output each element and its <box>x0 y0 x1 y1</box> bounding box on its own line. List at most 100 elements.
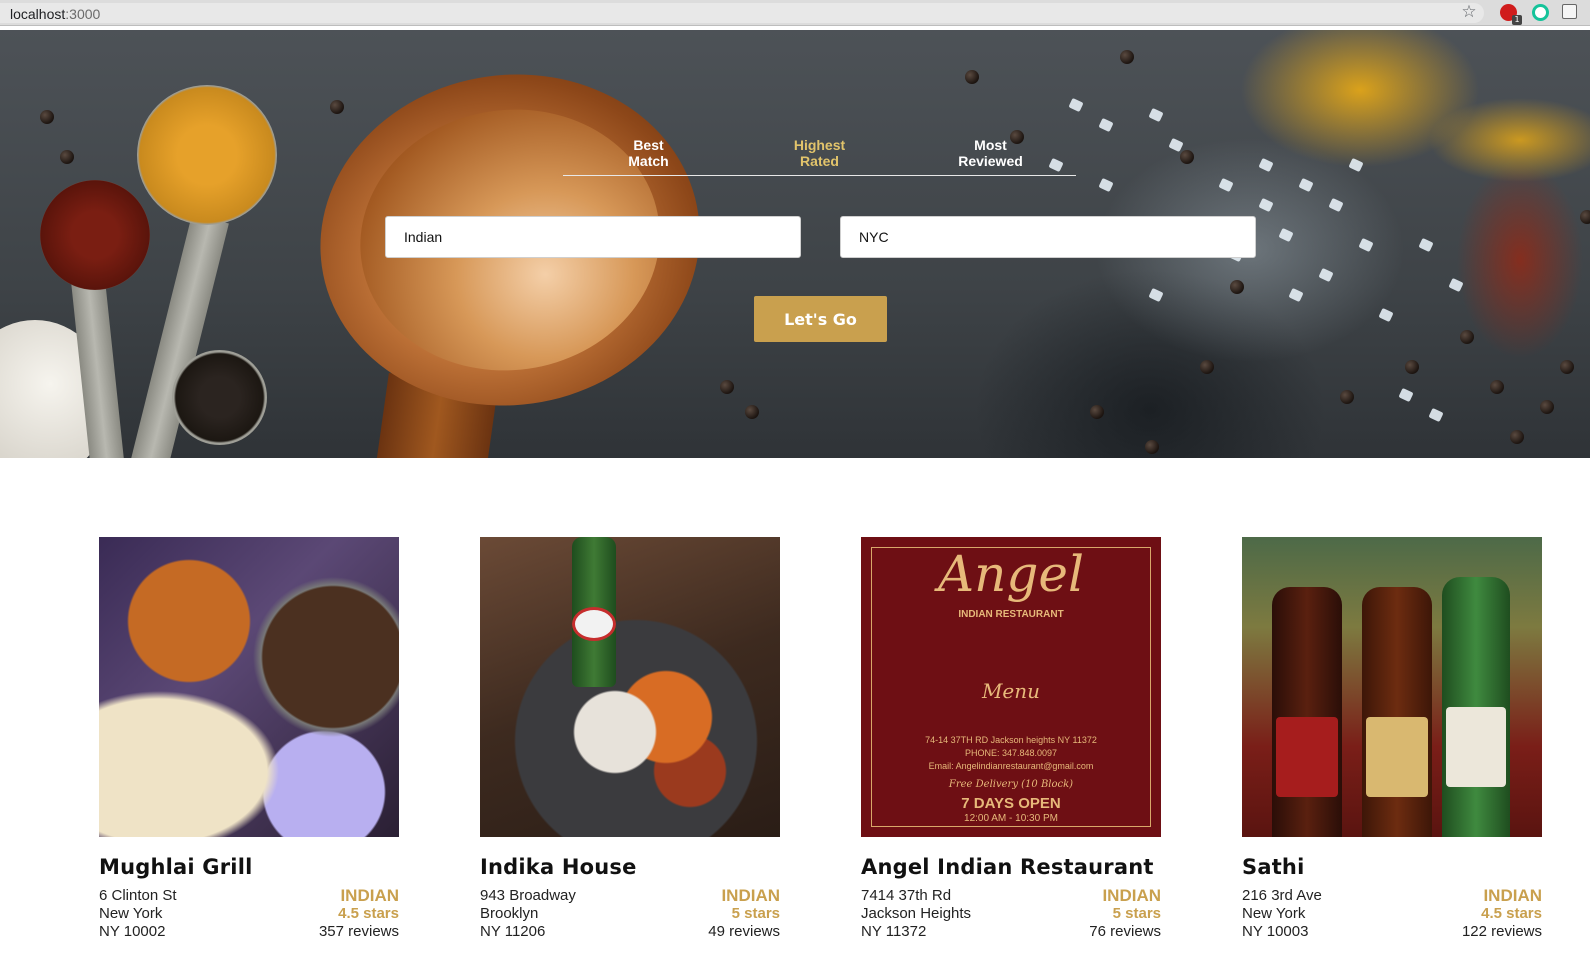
beer-bottle <box>572 537 616 687</box>
business-info: 7414 37th Rd Jackson Heights NY 11372 IN… <box>861 887 1161 941</box>
menu-open-days: 7 DAYS OPEN <box>961 795 1061 812</box>
city-line: Brooklyn <box>480 905 539 922</box>
tab-most-reviewed[interactable]: Most Reviewed <box>905 137 1076 175</box>
peppercorn <box>1405 360 1419 374</box>
review-count: 76 reviews <box>1089 923 1161 940</box>
address-bar[interactable]: localhost:3000 <box>0 3 1484 23</box>
peppercorn <box>745 405 759 419</box>
beer-bottle <box>1272 587 1342 837</box>
peppercorn <box>1540 400 1554 414</box>
bottle-label <box>1366 717 1428 797</box>
business-category: INDIAN <box>721 886 780 905</box>
salt-crystal <box>1358 237 1374 253</box>
salt-crystal <box>1428 407 1444 423</box>
city-line: New York <box>1242 905 1306 922</box>
address-line: 7414 37th Rd <box>861 887 952 904</box>
beer-bottle <box>1442 577 1510 837</box>
menu-phone: PHONE: 347.848.0097 <box>964 748 1058 758</box>
menu-subtitle: INDIAN RESTAURANT <box>958 609 1064 620</box>
location-input[interactable] <box>840 216 1256 258</box>
salt-crystal <box>1098 177 1114 193</box>
salt-crystal <box>1378 307 1394 323</box>
bottle-label <box>1276 717 1338 797</box>
business-name: Mughlai Grill <box>99 855 253 879</box>
business-rating: 4.5 stars <box>1481 905 1542 922</box>
business-info: 6 Clinton St New York NY 10002 INDIAN 4.… <box>99 887 399 941</box>
business-category: INDIAN <box>340 886 399 905</box>
city-line: Jackson Heights <box>861 905 972 922</box>
salt-crystal <box>1168 137 1184 153</box>
business-info: 216 3rd Ave New York NY 10003 INDIAN 4.5… <box>1242 887 1542 941</box>
business-name: Angel Indian Restaurant <box>861 855 1154 879</box>
business-card[interactable]: Mughlai Grill 6 Clinton St New York NY 1… <box>99 537 399 941</box>
address-line: 6 Clinton St <box>99 887 177 904</box>
state-zip-line: NY 11206 <box>480 923 546 940</box>
business-image <box>1242 537 1542 837</box>
search-term-input[interactable] <box>385 216 801 258</box>
business-name: Sathi <box>1242 855 1305 879</box>
extension-puzzle-icon[interactable] <box>1562 4 1577 19</box>
tab-highest-rated[interactable]: Highest Rated <box>734 137 905 175</box>
measuring-spoon <box>137 85 277 225</box>
salt-crystal <box>1288 287 1304 303</box>
salt-crystal <box>1218 177 1234 193</box>
salt-crystal <box>1148 107 1164 123</box>
menu-logo-text: Angel <box>938 545 1084 603</box>
business-category: INDIAN <box>1483 886 1542 905</box>
business-address: 7414 37th Rd Jackson Heights NY 11372 <box>861 887 971 941</box>
business-card[interactable]: Sathi 216 3rd Ave New York NY 10003 INDI… <box>1242 537 1542 941</box>
lets-go-button[interactable]: Let's Go <box>754 296 887 342</box>
tab-label: Highest <box>793 137 846 153</box>
salt-crystal <box>1258 197 1274 213</box>
peppercorn <box>60 150 74 164</box>
review-count: 122 reviews <box>1461 923 1542 940</box>
bookmark-star-icon[interactable]: ☆ <box>1460 3 1478 21</box>
business-card[interactable]: Indika House 943 Broadway Brooklyn NY 11… <box>480 537 780 941</box>
grammarly-extension-icon[interactable] <box>1532 4 1549 21</box>
peppercorn <box>720 380 734 394</box>
tab-label: Rated <box>800 153 839 169</box>
business-address: 6 Clinton St New York NY 10002 <box>99 887 177 941</box>
extension-icon[interactable]: 1 <box>1500 4 1522 25</box>
salt-crystal <box>1098 117 1114 133</box>
salt-crystal <box>1448 277 1464 293</box>
address-line: 943 Broadway <box>480 887 576 904</box>
salt-crystal <box>1318 267 1334 283</box>
peppercorn <box>1580 210 1590 224</box>
salt-crystal <box>1298 177 1314 193</box>
menu-hours: 12:00 AM - 10:30 PM <box>964 813 1058 824</box>
salt-crystal <box>1278 227 1294 243</box>
peppercorn <box>1230 280 1244 294</box>
peppercorn <box>1510 430 1524 444</box>
menu-email: Email: Angelindianrestaurant@gmail.com <box>928 761 1094 771</box>
peppercorn <box>1090 405 1104 419</box>
bottle-label <box>1446 707 1506 787</box>
peppercorn <box>1145 440 1159 454</box>
peppercorn <box>1180 150 1194 164</box>
state-zip-line: NY 10003 <box>1242 923 1309 940</box>
peppercorn <box>1460 330 1474 344</box>
salt-crystal <box>1328 197 1344 213</box>
tab-best-match[interactable]: Best Match <box>563 137 734 175</box>
url-text: localhost:3000 <box>10 6 101 22</box>
beer-bottle <box>1362 587 1432 837</box>
business-address: 943 Broadway Brooklyn NY 11206 <box>480 887 576 941</box>
business-reviews: INDIAN 5 stars 76 reviews <box>1089 887 1161 941</box>
business-address: 216 3rd Ave New York NY 10003 <box>1242 887 1322 941</box>
tab-label: Reviewed <box>958 153 1023 169</box>
peppercorn <box>965 70 979 84</box>
peppercorn <box>330 100 344 114</box>
peppercorn <box>1560 360 1574 374</box>
tab-label: Best <box>633 137 664 153</box>
state-zip-line: NY 11372 <box>861 923 927 940</box>
business-rating: 4.5 stars <box>338 905 399 922</box>
sort-tabs: Best Match Highest Rated Most Reviewed <box>563 137 1076 176</box>
business-card[interactable]: Angel INDIAN RESTAURANT Menu 74-14 37TH … <box>861 537 1161 941</box>
address-line: 216 3rd Ave <box>1242 887 1322 904</box>
peppercorn <box>1340 390 1354 404</box>
salt-crystal <box>1418 237 1434 253</box>
review-count: 49 reviews <box>708 923 780 940</box>
salt-crystal <box>1258 157 1274 173</box>
business-rating: 5 stars <box>1112 905 1161 922</box>
business-image <box>99 537 399 837</box>
